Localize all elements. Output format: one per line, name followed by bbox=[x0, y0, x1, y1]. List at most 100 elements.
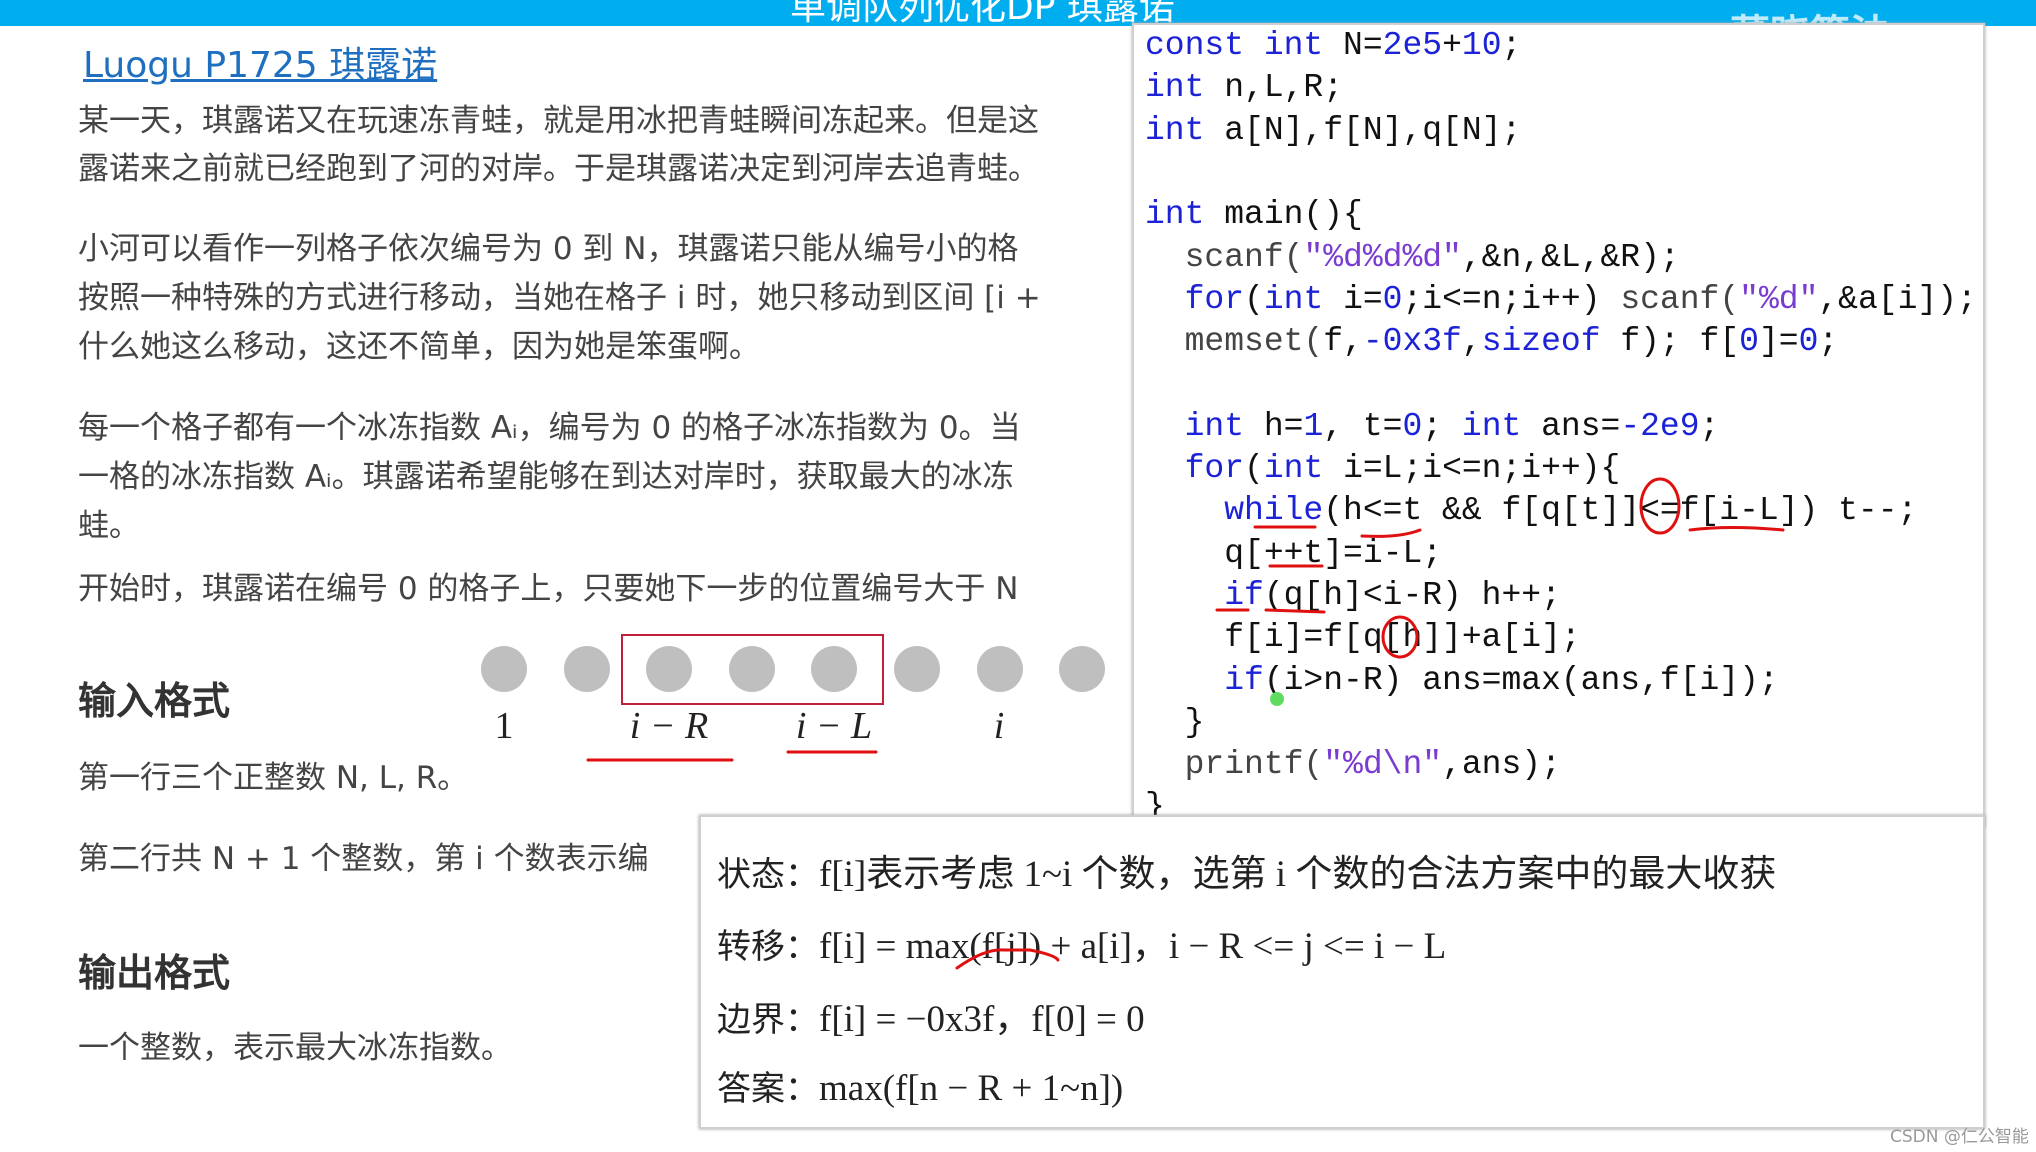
code-token: i=L;i<=n;i++){ bbox=[1343, 450, 1621, 487]
input-line: 第一行三个正整数 N, L, R。 bbox=[78, 760, 469, 796]
output-format-heading: 输出格式 bbox=[78, 951, 231, 995]
code-token: int bbox=[1145, 407, 1264, 445]
code-line: for(int i=L;i<=n;i++){ bbox=[1145, 448, 1621, 490]
paragraph-line: 某一天，琪露诺又在玩速冻青蛙，就是用冰把青蛙瞬间冻起来。但是这 bbox=[78, 103, 1039, 139]
code-token: ,&a[i]); bbox=[1818, 280, 1977, 318]
code-token: (q[h]<i-R) h++; bbox=[1263, 576, 1561, 614]
code-token: ; bbox=[1501, 27, 1522, 64]
code-token: "%d\n" bbox=[1323, 746, 1443, 784]
code-token: "%d%d%d" bbox=[1303, 238, 1462, 276]
code-token: for bbox=[1145, 280, 1245, 318]
cell-dot bbox=[563, 646, 610, 692]
state-text: f[i]表示考虑 1~i 个数，选第 i 个数的合法方案中的最大收获 bbox=[819, 854, 1777, 895]
code-token: 0 bbox=[1382, 280, 1403, 318]
code-token: memset( bbox=[1145, 323, 1324, 361]
code-line: if(q[h]<i-R) h++; bbox=[1145, 575, 1561, 617]
code-token: ans= bbox=[1541, 407, 1621, 445]
dp-summary-box: 状态：f[i]表示考虑 1~i 个数，选第 i 个数的合法方案中的最大收获 转移… bbox=[699, 815, 1985, 1129]
transition-label: 转移： bbox=[717, 927, 819, 967]
cell-dot bbox=[976, 646, 1023, 692]
code-line: memset(f,-0x3f,sizeof f); f[0]=0; bbox=[1145, 321, 1839, 363]
answer-text: max(f[n − R + 1~n]) bbox=[819, 1068, 1124, 1109]
code-token: 0 bbox=[1402, 407, 1423, 445]
code-token: 2e5 bbox=[1382, 27, 1443, 64]
code-token: sizeof bbox=[1481, 323, 1621, 361]
code-token: while bbox=[1145, 492, 1324, 530]
cell-label: i − L bbox=[795, 705, 873, 747]
code-line: const int N=2e5+10; bbox=[1145, 25, 1521, 67]
code-line: while(h<=t && f[q[t]]<=f[i-L]) t--; bbox=[1145, 490, 1917, 532]
code-token: i= bbox=[1343, 280, 1383, 318]
code-token: main(){ bbox=[1224, 196, 1363, 234]
code-line: int main(){ bbox=[1145, 194, 1363, 236]
code-token: if bbox=[1145, 661, 1264, 699]
output-line: 一个整数，表示最大冰冻指数。 bbox=[78, 1030, 512, 1066]
code-token: (h<=t && f[q[t]]<=f[i-L]) t--; bbox=[1323, 492, 1918, 530]
code-line: q[++t]=i-L; bbox=[1145, 533, 1442, 575]
transition-line: 转移：f[i] = max(f[j]) + a[i]，i − R <= j <=… bbox=[717, 915, 1446, 969]
paragraph-line: 一格的冰冻指数 Aᵢ。琪露诺希望能够在到达对岸时，获取最大的冰冻 bbox=[78, 459, 1014, 495]
state-line: 状态：f[i]表示考虑 1~i 个数，选第 i 个数的合法方案中的最大收获 bbox=[717, 843, 1776, 897]
code-token: 0 bbox=[1798, 323, 1819, 361]
code-token: ;i<=n;i++) bbox=[1402, 280, 1621, 318]
code-line: f[i]=f[q[h]]+a[i]; bbox=[1145, 617, 1581, 659]
code-token: a[N],f[N],q[N]; bbox=[1224, 111, 1522, 149]
code-token: h= bbox=[1263, 407, 1304, 445]
code-token: } bbox=[1145, 703, 1205, 741]
code-line: for(int i=0;i<=n;i++) scanf("%d",&a[i]); bbox=[1145, 279, 1977, 321]
code-token: if bbox=[1145, 576, 1264, 614]
input-format-heading: 输入格式 bbox=[78, 679, 231, 723]
boundary-line: 边界：f[i] = −0x3f，f[0] = 0 bbox=[717, 988, 1145, 1042]
code-token: int bbox=[1145, 111, 1225, 149]
code-token: ,&n,&L,&R); bbox=[1461, 238, 1680, 276]
code-line: printf("%d\n",ans); bbox=[1145, 744, 1561, 786]
footer-credit: CSDN @仁公智能 bbox=[1890, 1127, 2029, 1147]
code-token: int bbox=[1263, 450, 1344, 487]
code-token: f); f[ bbox=[1620, 323, 1740, 361]
code-token: scanf( bbox=[1145, 238, 1304, 276]
code-token: n,L,R; bbox=[1224, 69, 1344, 107]
cell-label: 1 bbox=[494, 705, 514, 747]
code-token: ,ans); bbox=[1442, 746, 1561, 784]
paragraph-line: 按照一种特殊的方式进行移动，当她在格子 i 时，她只移动到区间 [i + bbox=[78, 280, 1041, 316]
slide-title: 单调队列优化DP 琪露诺 bbox=[790, 0, 1175, 26]
code-token: 0 bbox=[1739, 323, 1759, 361]
paragraph-line: 蛙。 bbox=[78, 508, 140, 544]
code-line: scanf("%d%d%d",&n,&L,&R); bbox=[1145, 237, 1680, 279]
code-token: q[++t]=i-L; bbox=[1145, 534, 1443, 572]
code-token: int bbox=[1461, 407, 1542, 445]
answer-line: 答案：max(f[n − R + 1~n]) bbox=[717, 1061, 1123, 1110]
paragraph-line: 什么她这么移动，这还不简单，因为她是笨蛋啊。 bbox=[78, 329, 760, 365]
code-token: , t= bbox=[1323, 407, 1403, 445]
code-token: ]= bbox=[1758, 323, 1799, 361]
code-token: int bbox=[1145, 69, 1225, 107]
code-token: -2e9 bbox=[1620, 407, 1700, 445]
state-label: 状态： bbox=[717, 855, 819, 895]
code-token: scanf( bbox=[1620, 280, 1740, 318]
code-token: N= bbox=[1343, 27, 1383, 64]
code-token: ( bbox=[1244, 280, 1264, 318]
code-token: + bbox=[1442, 27, 1462, 64]
code-token: int bbox=[1145, 196, 1225, 234]
code-token: for bbox=[1145, 450, 1245, 487]
code-token: ; bbox=[1818, 323, 1839, 361]
code-token: ( bbox=[1244, 450, 1264, 487]
problem-link[interactable]: Luogu P1725 琪露诺 bbox=[83, 36, 437, 88]
code-token: -0x3f bbox=[1362, 323, 1462, 361]
code-token: f[i]=f[q[h]]+a[i]; bbox=[1145, 619, 1581, 657]
boundary-label: 边界： bbox=[717, 1000, 819, 1040]
boundary-text: f[i] = −0x3f，f[0] = 0 bbox=[819, 999, 1145, 1040]
answer-label: 答案： bbox=[717, 1069, 819, 1109]
cell-dot bbox=[894, 646, 940, 692]
code-token: (i>n-R) ans=max(ans,f[i]); bbox=[1263, 661, 1779, 699]
window-highlight-box bbox=[621, 634, 884, 705]
input-line: 第二行共 N + 1 个整数，第 i 个数表示编 bbox=[78, 841, 649, 877]
code-token: const int bbox=[1145, 27, 1344, 64]
code-token: int bbox=[1263, 280, 1344, 318]
code-token: printf( bbox=[1145, 746, 1324, 784]
code-line: if(i>n-R) ans=max(ans,f[i]); bbox=[1145, 660, 1779, 702]
code-token: "%d" bbox=[1739, 280, 1819, 318]
code-panel: const int N=2e5+10; int n,L,R; int a[N],f[… bbox=[1132, 23, 1985, 827]
cell-label: i bbox=[993, 705, 1005, 747]
paragraph-line: 开始时，琪露诺在编号 0 的格子上，只要她下一步的位置编号大于 N bbox=[78, 571, 1019, 607]
